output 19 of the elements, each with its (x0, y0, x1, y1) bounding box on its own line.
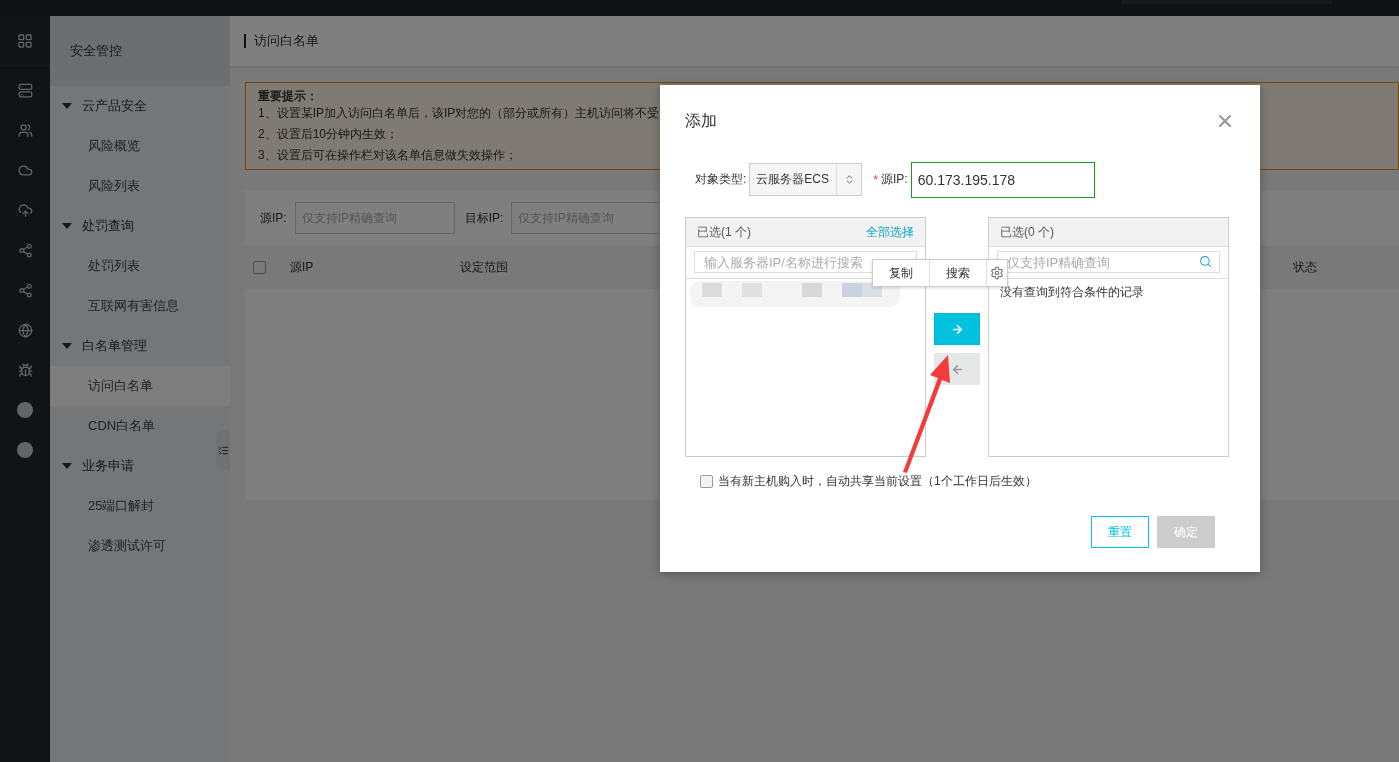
field-label: 对象类型: (695, 171, 747, 188)
column-header: 状态 (1293, 259, 1317, 276)
filter-label: 源IP: (260, 209, 287, 227)
required-mark: * (873, 172, 878, 187)
notice-heading: 重要提示： (258, 89, 318, 103)
checkbox-label: 当有新主机购入时，自动共享当前设置（1个工作日后生效） (718, 473, 1037, 490)
field-label: 源IP: (881, 171, 908, 188)
dialog-title: 添加 (685, 110, 717, 131)
notice-line: 2、设置后10分钟内生效； (258, 126, 399, 143)
empty-message: 没有查询到符合条件的记录 (999, 284, 1145, 301)
sidebar-title: 安全管控 (50, 16, 230, 86)
page-title: 访问白名单 (244, 34, 319, 48)
panel-header: 已选(1 个) (697, 223, 751, 241)
panel-header: 已选(0 个) (1000, 223, 1054, 241)
filter-label: 目标IP: (464, 209, 504, 227)
notice-line: 3、设置后可在操作栏对该名单信息做失效操作； (258, 147, 517, 164)
column-header: 源IP (290, 259, 314, 276)
column-header: 设定范围 (460, 259, 508, 276)
notice-line: 1、设置某IP加入访问白名单后，该IP对您的（部分或所有）主机访问将不受 (258, 105, 660, 122)
